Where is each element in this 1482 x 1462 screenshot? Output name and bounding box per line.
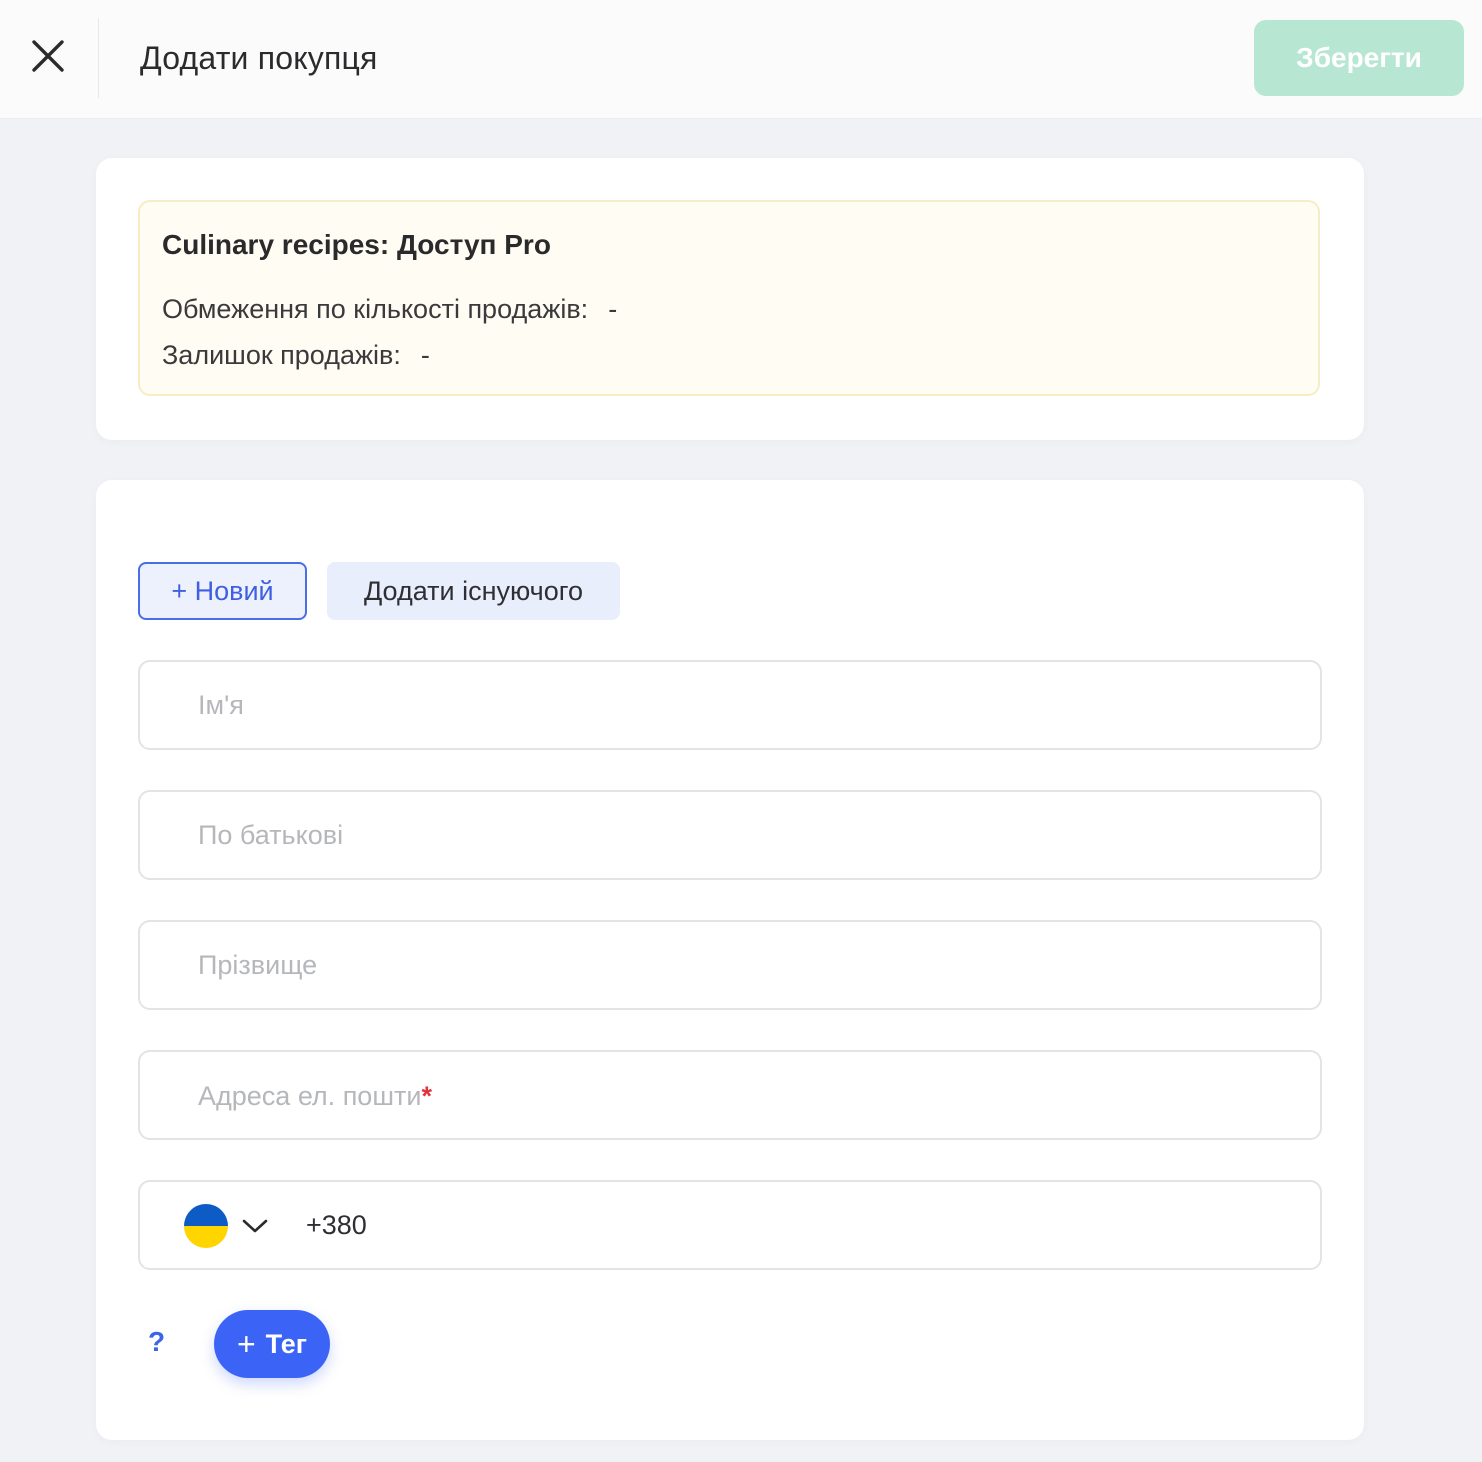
- product-info-card: Culinary recipes: Доступ Pro Обмеження п…: [96, 158, 1364, 440]
- add-existing-buyer-tab[interactable]: Додати існуючого: [327, 562, 620, 620]
- header-divider: [98, 18, 99, 98]
- last-name-field: [138, 920, 1322, 1010]
- product-access-title: Culinary recipes: Доступ Pro: [162, 229, 551, 260]
- top-bar: Додати покупця Зберегти: [0, 0, 1482, 119]
- country-code-select[interactable]: [184, 1202, 278, 1250]
- add-tag-button[interactable]: + Тег: [214, 1310, 330, 1378]
- plus-icon: +: [236, 1326, 256, 1362]
- middle-name-input[interactable]: [140, 792, 1320, 878]
- first-name-input[interactable]: [140, 662, 1320, 748]
- sales-limit-label: Обмеження по кількості продажів:: [162, 294, 589, 324]
- new-buyer-tab[interactable]: + Новий: [138, 562, 307, 620]
- sales-limit-value: -: [608, 294, 618, 324]
- phone-number-input[interactable]: +380: [306, 1208, 367, 1242]
- sales-left-row: Залишок продажів: -: [162, 338, 430, 372]
- sales-limit-notice: Culinary recipes: Доступ Pro Обмеження п…: [138, 200, 1320, 396]
- buyer-form-card: + Новий Додати існуючого Адреса ел. пошт…: [96, 480, 1364, 1440]
- add-tag-label: Тег: [265, 1328, 308, 1359]
- middle-name-field: [138, 790, 1322, 880]
- help-icon[interactable]: ?: [148, 1326, 165, 1358]
- sales-left-value: -: [420, 340, 430, 370]
- sales-limit-row: Обмеження по кількості продажів: -: [162, 292, 617, 326]
- close-icon: [31, 39, 65, 78]
- ukraine-flag-icon: [184, 1204, 228, 1248]
- page-title: Додати покупця: [140, 40, 378, 76]
- last-name-input[interactable]: [140, 922, 1320, 1008]
- save-button[interactable]: Зберегти: [1254, 20, 1464, 96]
- first-name-field: [138, 660, 1322, 750]
- sales-left-label: Залишок продажів:: [162, 340, 401, 370]
- close-button[interactable]: [22, 32, 74, 84]
- email-input[interactable]: [140, 1052, 1320, 1138]
- chevron-down-icon: [242, 1212, 270, 1240]
- email-field: Адреса ел. пошти*: [138, 1050, 1322, 1140]
- phone-field: +380: [138, 1180, 1322, 1270]
